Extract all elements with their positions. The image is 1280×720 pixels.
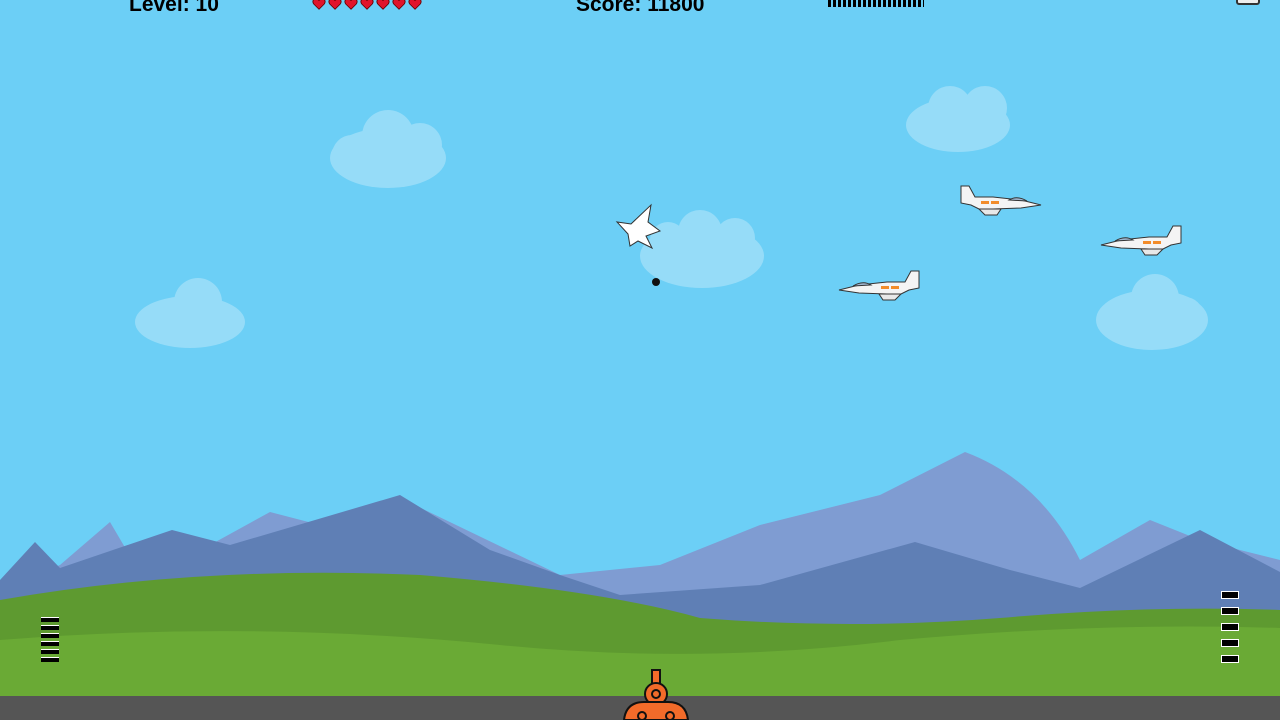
heart-icon — [360, 0, 374, 10]
heart-icon — [344, 0, 358, 10]
gauge-tick — [41, 617, 59, 622]
cloud — [135, 278, 245, 348]
cloud — [906, 86, 1010, 152]
gauge-tick — [1221, 655, 1239, 663]
gauge-tick — [41, 633, 59, 638]
heart-icon — [376, 0, 390, 10]
heart-icon — [392, 0, 406, 10]
cloud — [640, 210, 764, 288]
cloud — [330, 110, 446, 188]
enemy-jet — [1100, 225, 1182, 256]
heart-icon — [312, 0, 326, 10]
pause-icon[interactable] — [1236, 0, 1260, 5]
score-label: Score: 11800 — [576, 0, 705, 16]
gauge-tick — [41, 625, 59, 630]
game-stage[interactable]: Level: 10 Score: 11800 — [0, 0, 1280, 720]
right-ammo-gauge — [1221, 591, 1239, 663]
enemy-jet — [838, 270, 920, 301]
cloud — [1096, 274, 1208, 350]
gauge-tick — [41, 657, 59, 662]
gauge-tick — [41, 641, 59, 646]
left-ammo-gauge — [41, 617, 59, 662]
heart-icon — [408, 0, 422, 10]
ammo-reserve-bar — [828, 0, 924, 7]
gauge-tick — [41, 649, 59, 654]
level-label: Level: 10 — [129, 0, 219, 16]
gauge-tick — [1221, 591, 1239, 599]
heart-icon — [328, 0, 342, 10]
projectile — [652, 278, 660, 286]
lives-hearts — [312, 0, 422, 11]
game-scene — [0, 86, 1280, 720]
enemy-jet — [960, 185, 1042, 216]
gauge-tick — [1221, 607, 1239, 615]
gauge-tick — [1221, 623, 1239, 631]
gauge-tick — [1221, 639, 1239, 647]
